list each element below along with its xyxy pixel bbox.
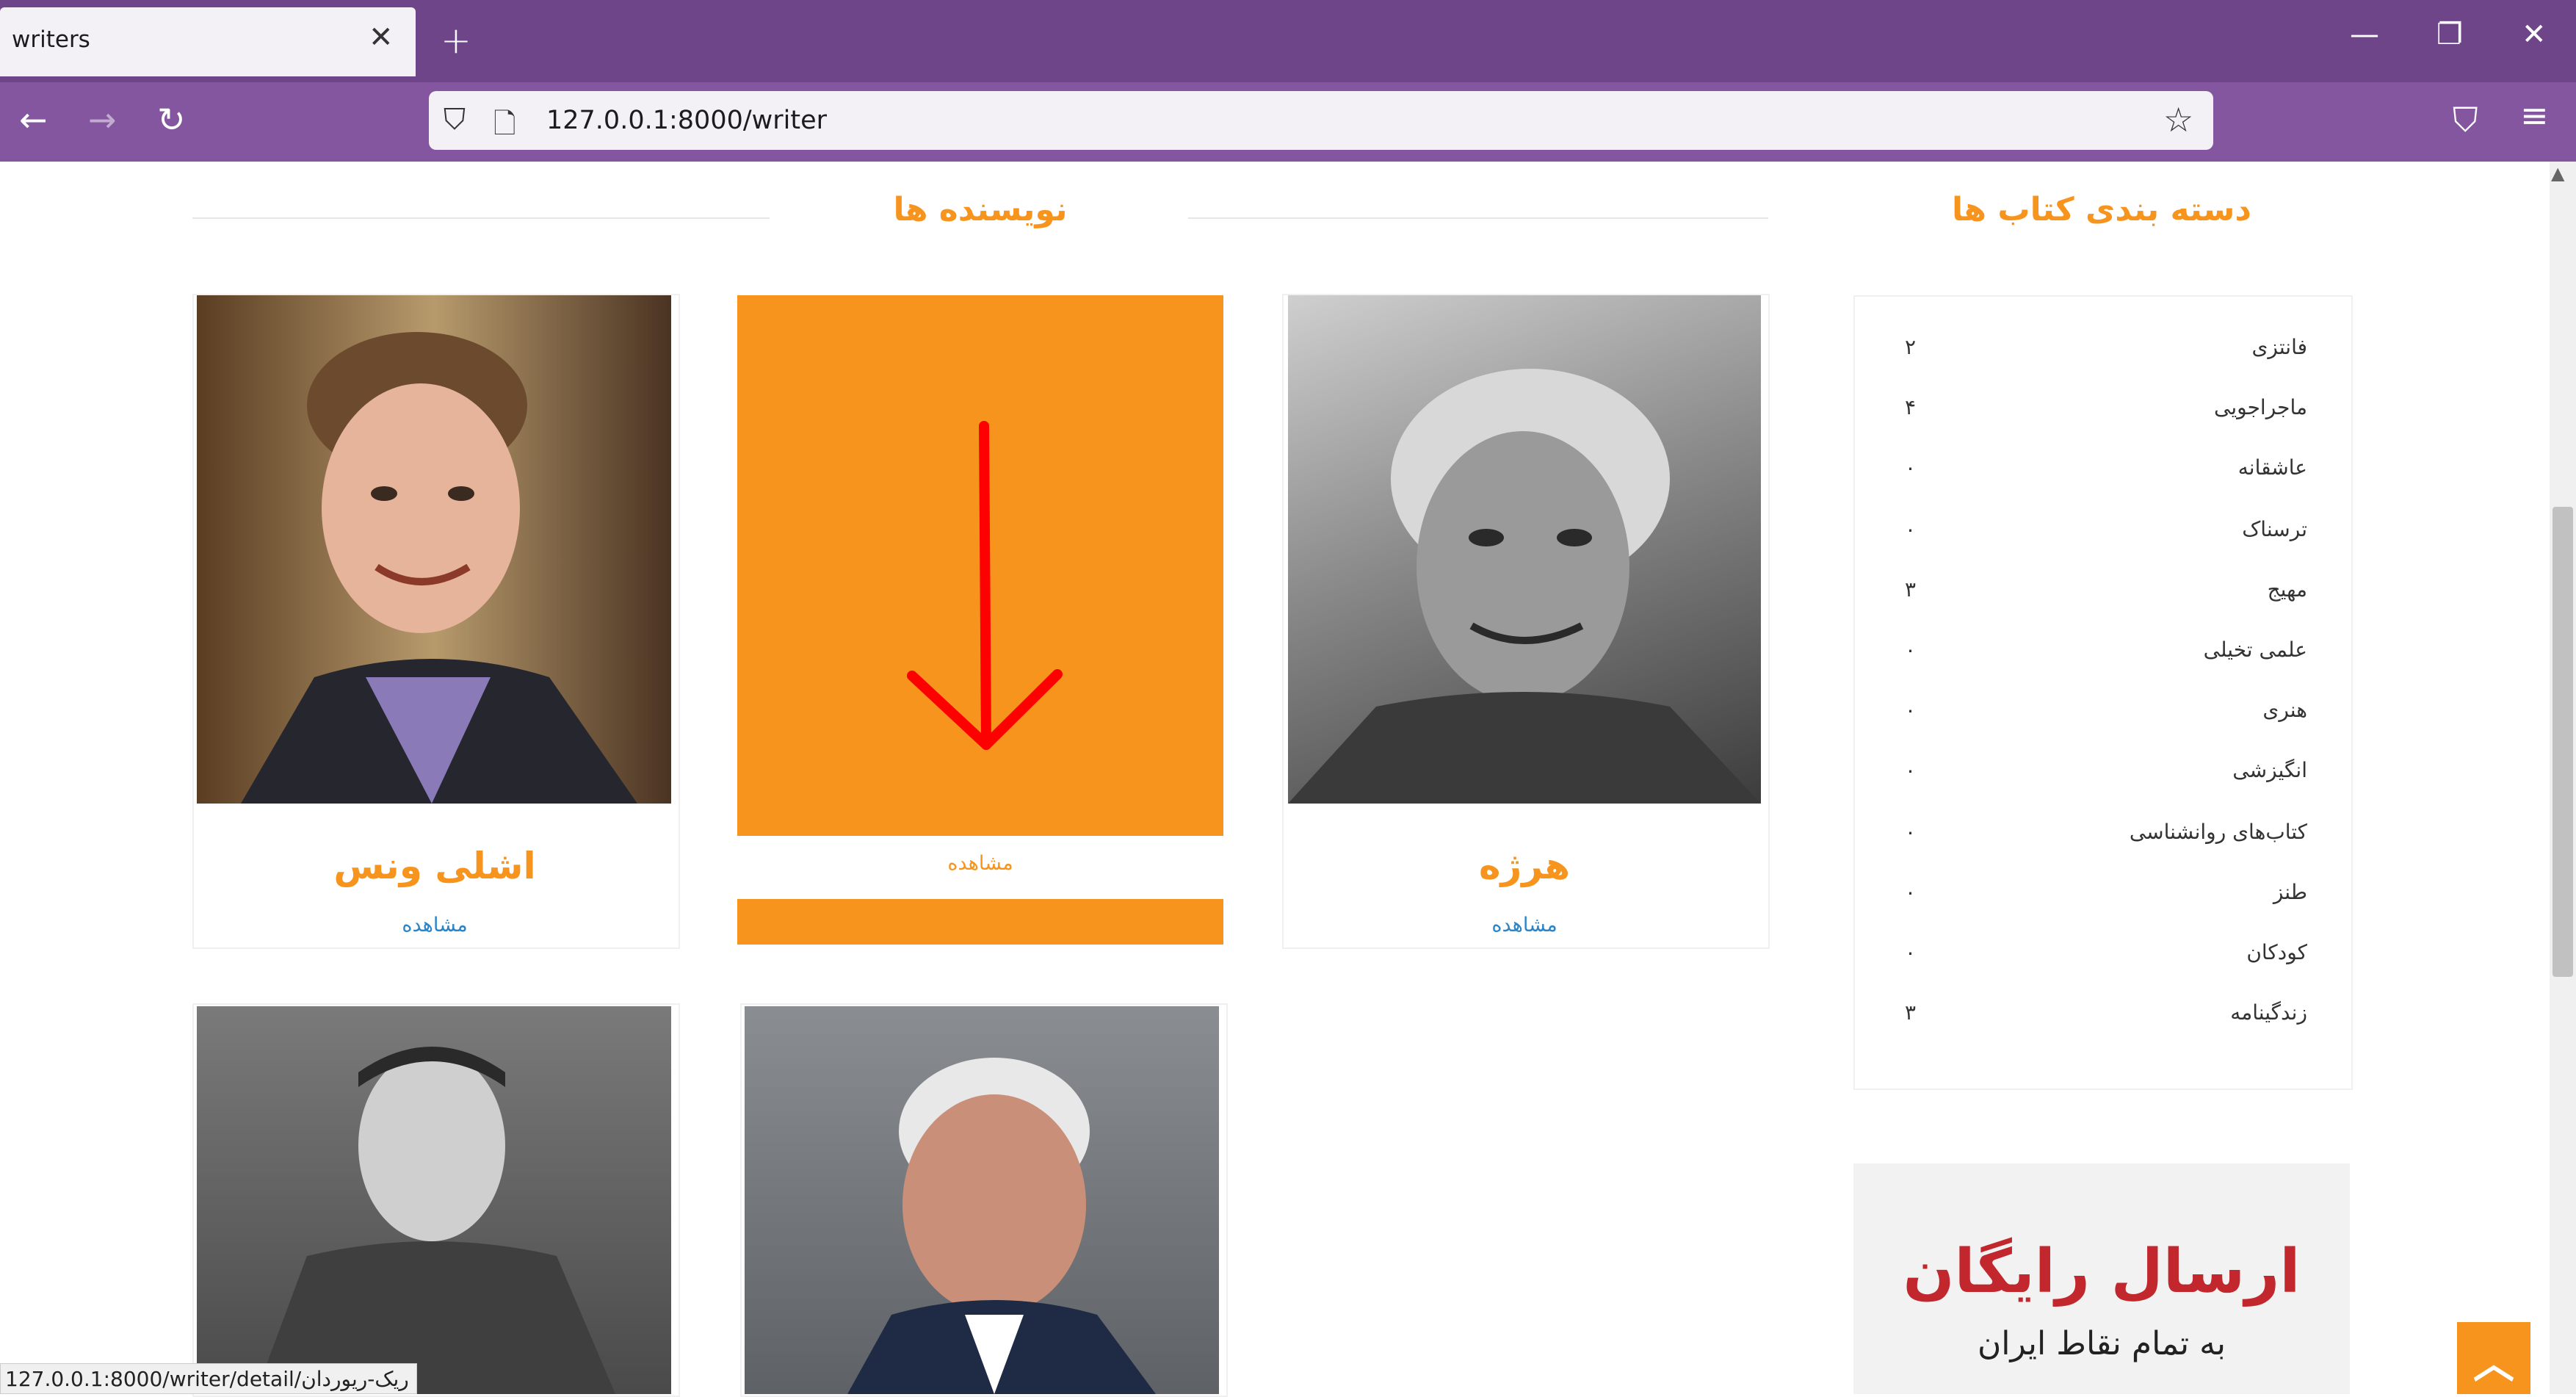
category-count: ۰ [1905, 880, 1917, 904]
restore-icon[interactable]: ❐ [2436, 18, 2463, 51]
new-tab-icon[interactable]: + [441, 19, 471, 62]
category-count: ۰ [1905, 698, 1917, 722]
scroll-up-icon[interactable]: ▲ [2551, 163, 2564, 184]
category-label[interactable]: علمی تخیلی [2204, 638, 2307, 662]
down-arrow-icon [907, 421, 1063, 750]
menu-icon[interactable]: ≡ [2520, 95, 2549, 135]
category-count: ۴ [1905, 395, 1917, 419]
category-label[interactable]: زندگینامه [2230, 1000, 2307, 1025]
category-label[interactable]: مهیج [2268, 577, 2307, 602]
category-label[interactable]: کتاب‌های روانشناسی [2130, 820, 2307, 844]
writer-portrait-color [241, 332, 637, 804]
heading-rule-right [1188, 217, 1768, 219]
reload-icon[interactable]: ↻ [157, 100, 186, 140]
category-label[interactable]: عاشقانه [2238, 455, 2307, 480]
bookmark-star-icon[interactable]: ☆ [2163, 100, 2193, 140]
url-text[interactable]: 127.0.0.1:8000/writer [546, 106, 827, 135]
category-count: ۲ [1905, 335, 1917, 359]
view-link[interactable]: مشاهده [1282, 914, 1767, 936]
writer-name[interactable]: اشلی ونس [192, 845, 677, 887]
banner-title: ارسال رایگان [1903, 1237, 2301, 1307]
category-label[interactable]: انگیزشی [2232, 758, 2307, 782]
category-count: ۰ [1905, 517, 1917, 541]
writer-photo[interactable] [745, 1006, 1219, 1394]
chevron-up-icon[interactable]: ︿ [2457, 1331, 2530, 1390]
writer-photo[interactable] [1288, 295, 1761, 804]
heading-rule-left [192, 217, 770, 219]
category-count: ۰ [1905, 638, 1917, 662]
shield-icon[interactable]: ⛉ [444, 103, 466, 137]
writer-photo-hover[interactable] [737, 295, 1223, 836]
category-label[interactable]: ترسناک [2242, 517, 2307, 541]
category-count: ۰ [1905, 940, 1917, 964]
view-link[interactable]: مشاهده [737, 852, 1223, 875]
category-label[interactable]: فانتزی [2251, 335, 2307, 359]
writer-portrait-color [847, 1058, 1156, 1394]
status-bar-url: 127.0.0.1:8000/writer/detail/ریک-ریوردان [0, 1363, 417, 1394]
minimize-icon[interactable]: — [2350, 18, 2379, 51]
back-icon[interactable]: ← [19, 100, 48, 140]
category-count: ۳ [1905, 577, 1917, 602]
category-count: ۰ [1905, 455, 1917, 480]
scrollbar-thumb[interactable] [2553, 507, 2573, 977]
category-count: ۳ [1905, 1000, 1917, 1025]
card-footer [737, 899, 1223, 945]
category-count: ۰ [1905, 758, 1917, 782]
category-label[interactable]: هنری [2262, 698, 2307, 722]
category-label[interactable]: ماجراجویی [2214, 395, 2307, 419]
writer-name[interactable]: هرژه [1282, 845, 1767, 887]
categories-heading: دسته بندی کتاب ها [1952, 191, 2251, 228]
category-label[interactable]: کودکان [2246, 940, 2307, 964]
tab-title: writers [12, 26, 90, 53]
window-close-icon[interactable]: ✕ [2522, 18, 2547, 51]
writer-portrait-bw [256, 1047, 615, 1394]
category-count: ۰ [1905, 820, 1917, 844]
pocket-icon[interactable]: ⛉ [2453, 100, 2478, 141]
page-icon: 🗋 [493, 107, 516, 140]
forward-icon[interactable]: → [88, 100, 117, 140]
banner-subtitle: به تمام نقاط ایران [1977, 1325, 2226, 1362]
writer-photo[interactable] [197, 1006, 671, 1394]
writer-portrait-bw [1288, 369, 1761, 804]
category-label[interactable]: طنز [2273, 880, 2307, 904]
view-link[interactable]: مشاهده [192, 914, 677, 936]
writer-photo[interactable] [197, 295, 671, 804]
writers-heading: نویسنده ها [893, 191, 1068, 228]
tab-close-icon[interactable]: ✕ [369, 21, 394, 54]
